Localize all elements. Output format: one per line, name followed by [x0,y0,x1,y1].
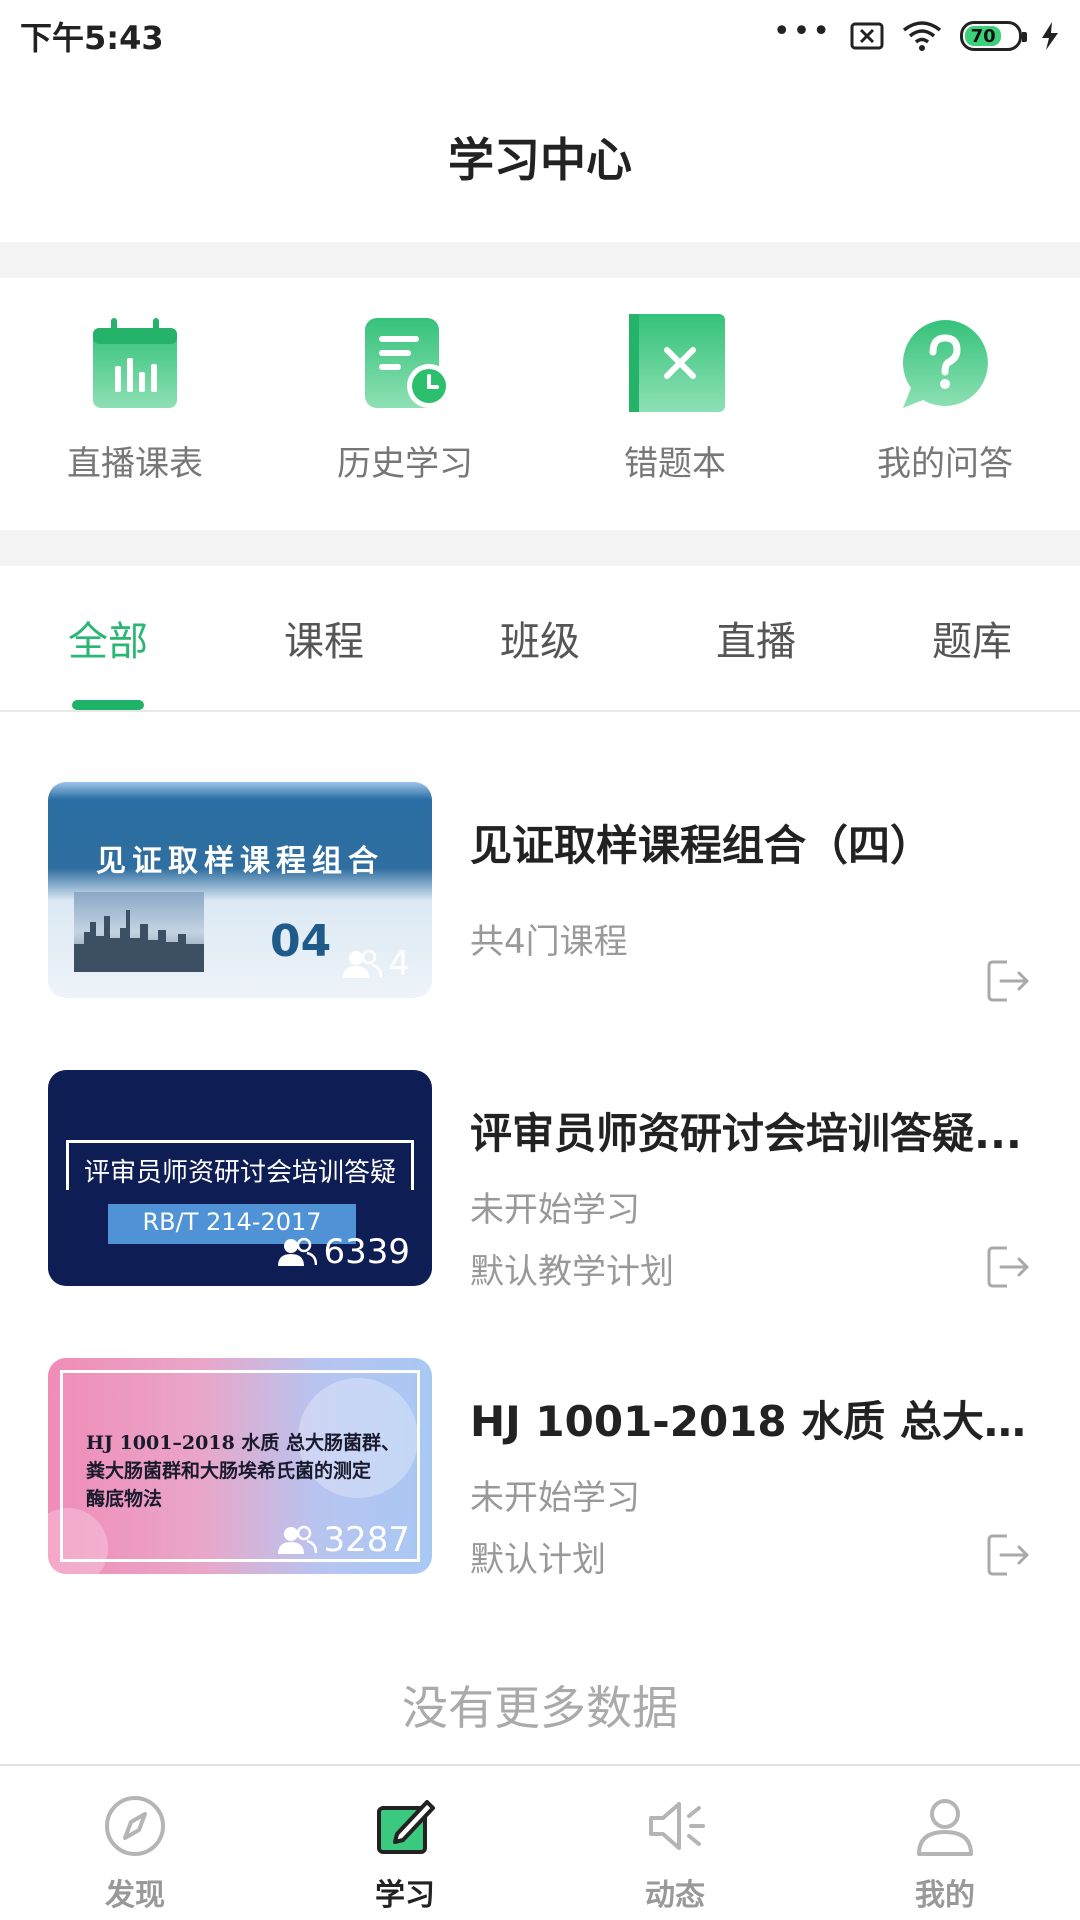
tab-course[interactable]: 课程 [216,566,432,710]
shortcut-live-schedule[interactable]: 直播课表 [0,278,270,530]
compass-icon [105,1796,165,1856]
wifi-icon [902,21,942,51]
shortcut-wrong-book[interactable]: 错题本 [540,278,810,530]
enter-icon[interactable] [985,958,1031,1004]
course-thumbnail: HJ 1001–2018 水质 总大肠菌群、 粪大肠菌群和大肠埃希氏菌的测定 酶… [48,1358,432,1574]
thumbnail-title: 见证取样课程组合 [96,844,384,879]
tab-label: 直播 [716,619,796,665]
list-item[interactable]: HJ 1001–2018 水质 总大肠菌群、 粪大肠菌群和大肠埃希氏菌的测定 酶… [0,1358,1080,1580]
shortcut-label: 直播课表 [67,444,203,484]
learner-count: 3287 [277,1520,410,1560]
course-status: 未开始学习 [470,1190,640,1230]
shortcut-grid: 直播课表 历史学习 错题本 我的问答 [0,278,1080,530]
course-title: HJ 1001-2018 水质 总大肠... [470,1397,1030,1446]
charging-icon [1042,22,1058,50]
enter-icon[interactable] [985,1244,1031,1290]
tab-label: 题库 [932,619,1012,665]
users-icon [343,949,383,978]
wrong-book-icon [629,314,725,412]
status-time: 下午5:43 [20,19,164,57]
nav-label: 我的 [915,1878,975,1913]
course-meta: 共4门课程 [470,922,628,962]
learner-count: 6339 [277,1232,410,1272]
course-title: 见证取样课程组合（四） [470,821,933,870]
tab-label: 课程 [284,619,364,665]
list-item[interactable]: 评审员师资研讨会培训答疑 RB/T 214-2017 6339 评审员师资研讨会… [0,1070,1080,1292]
tab-label: 班级 [500,619,580,665]
sim-off-icon [850,22,884,50]
bottom-nav: 发现 学习 动态 我的 [0,1764,1080,1920]
learner-count-value: 4 [388,944,410,984]
tab-question-bank[interactable]: 题库 [864,566,1080,710]
thumbnail-title-line: 酶底物法 [86,1488,163,1510]
shortcut-label: 我的问答 [877,444,1013,484]
question-bubble-icon [902,320,988,408]
thumbnail-title-line: 粪大肠菌群和大肠埃希氏菌的测定 [86,1460,372,1482]
shortcut-label: 错题本 [624,444,726,484]
tab-live[interactable]: 直播 [648,566,864,710]
course-status: 未开始学习 [470,1478,640,1518]
battery-level: 70 [965,26,1002,47]
nav-activity[interactable]: 动态 [540,1766,810,1920]
thumbnail-number: 04 [270,916,332,967]
page-title: 学习中心 [448,133,632,187]
list-item[interactable]: 见证取样课程组合 04 4 见证取样课程组合（四） 共4门课程 [0,782,1080,1002]
learner-count: 4 [342,944,410,984]
nav-label: 发现 [105,1878,165,1913]
more-dots-icon: ••• [772,13,832,49]
course-plan: 默认教学计划 [470,1252,674,1292]
active-tab-indicator [72,700,144,710]
section-divider [0,530,1080,566]
thumbnail-title: 评审员师资研讨会培训答疑 [83,1158,396,1188]
page-header: 学习中心 [0,72,1080,242]
shortcut-label: 历史学习 [337,444,473,484]
shortcut-history[interactable]: 历史学习 [270,278,540,530]
shortcut-my-qa[interactable]: 我的问答 [810,278,1080,530]
learner-count-value: 6339 [323,1232,410,1272]
tab-class[interactable]: 班级 [432,566,648,710]
course-plan: 默认计划 [470,1540,606,1580]
nav-mine[interactable]: 我的 [810,1766,1080,1920]
users-icon [278,1237,318,1266]
status-bar: 下午5:43 ••• 70 [0,0,1080,72]
speaker-icon [649,1802,705,1850]
course-thumbnail: 评审员师资研讨会培训答疑 RB/T 214-2017 6339 [48,1070,432,1286]
status-icons: ••• 70 [773,14,1060,52]
tab-label: 全部 [68,619,148,665]
category-tabs: 全部 课程 班级 直播 题库 [0,566,1080,712]
nav-label: 学习 [375,1878,435,1913]
profile-icon [917,1799,973,1856]
enter-icon[interactable] [985,1532,1031,1578]
no-more-data: 没有更多数据 [402,1681,678,1735]
battery-icon: 70 [960,21,1027,51]
nav-study[interactable]: 学习 [270,1766,540,1920]
thumbnail-title-line: HJ 1001–2018 水质 总大肠菌群、 [86,1432,401,1454]
tab-all[interactable]: 全部 [0,566,216,710]
nav-label: 动态 [645,1878,705,1913]
course-thumbnail: 见证取样课程组合 04 4 [48,782,432,998]
learner-count-value: 3287 [323,1520,410,1560]
users-icon [278,1525,318,1554]
history-clock-icon [365,318,451,408]
section-divider [0,242,1080,278]
course-title: 评审员师资研讨会培训答疑... [470,1109,1022,1158]
study-pen-icon [377,1800,435,1854]
calendar-chart-icon [93,318,177,408]
city-photo [74,892,204,972]
nav-discover[interactable]: 发现 [0,1766,270,1920]
